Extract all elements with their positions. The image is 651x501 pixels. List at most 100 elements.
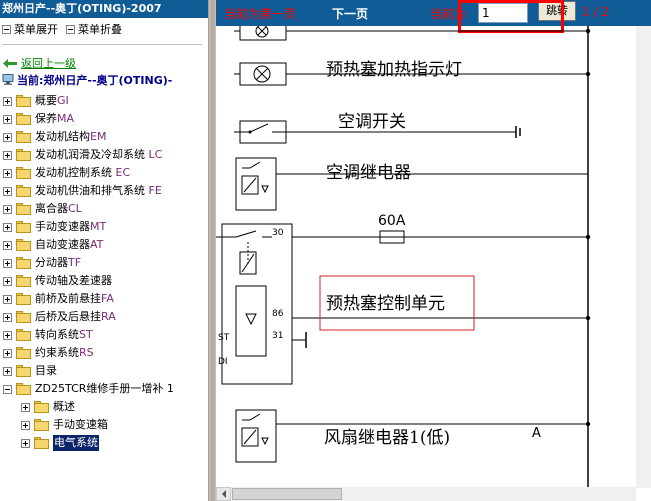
back-arrow-icon (3, 59, 17, 68)
menu-bar: 菜单展开 菜单折叠 (2, 21, 122, 37)
tree-item-label[interactable]: 保养 (35, 112, 57, 125)
expand-node-icon[interactable] (21, 439, 30, 448)
folder-icon (16, 203, 31, 215)
tree-item-label[interactable]: 发动机控制系统 (35, 166, 116, 179)
tree-item-label[interactable]: ZD25TCR维修手册一增补 1 (35, 382, 174, 395)
tree-item-label[interactable]: 发动机供油和排气系统 (35, 184, 149, 197)
vertical-scrollbar[interactable] (636, 26, 651, 488)
tree-item[interactable]: 后桥及后悬挂RA (0, 309, 208, 325)
expand-node-icon[interactable] (3, 169, 12, 178)
next-page-button[interactable]: 下一页 (332, 5, 368, 22)
tree-item-code: TF (68, 256, 82, 269)
back-link[interactable]: 返回上一级 (3, 55, 76, 71)
collapse-box-icon[interactable] (66, 25, 75, 34)
tree-item[interactable]: 分动器TF (0, 255, 208, 271)
content-pane: 当前为第一页 下一页 当前为 跳转 1 / 2 预热塞加热指示灯 (216, 0, 651, 501)
tree-item-label[interactable]: 约束系统 (35, 346, 79, 359)
page-toolbar: 当前为第一页 下一页 当前为 跳转 1 / 2 (216, 0, 651, 26)
tree-item-label[interactable]: 手动变速器 (35, 220, 90, 233)
back-link-label[interactable]: 返回上一级 (21, 57, 76, 70)
ac-switch-label: 空调开关 (338, 112, 406, 132)
expand-node-icon[interactable] (3, 331, 12, 340)
tree-item-code: AT (90, 238, 104, 251)
tree-item-label[interactable]: 手动变速箱 (53, 418, 108, 431)
page-count: 1 / 2 (582, 5, 609, 19)
app-title: 郑州日产--奥丁(OTING)-2007 (0, 0, 208, 18)
ac-relay-label: 空调继电器 (326, 163, 411, 183)
folder-icon (34, 401, 49, 413)
fuse-label: 60A (378, 213, 406, 229)
expand-node-icon[interactable] (3, 367, 12, 376)
tree-item-label[interactable]: 自动变速器 (35, 238, 90, 251)
tree-item-code: CL (68, 202, 82, 215)
tree-item[interactable]: 发动机润滑及冷却系统 LC (0, 147, 208, 163)
tree-item-label[interactable]: 概述 (53, 400, 75, 413)
scroll-left-icon[interactable] (216, 487, 231, 501)
fan-relay-label: 风扇继电器1(低) (324, 428, 450, 448)
tree-item[interactable]: 手动变速箱 (0, 417, 208, 433)
expand-node-icon[interactable] (3, 295, 12, 304)
tree-item-label[interactable]: 电气系统 (54, 436, 98, 449)
tree-item-label[interactable]: 概要 (35, 94, 57, 107)
folder-icon (16, 239, 31, 251)
expand-node-icon[interactable] (3, 259, 12, 268)
tree-item-label[interactable]: 前桥及前悬挂 (35, 292, 101, 305)
expand-node-icon[interactable] (21, 421, 30, 430)
expand-node-icon[interactable] (3, 349, 12, 358)
expand-node-icon[interactable] (3, 205, 12, 214)
tree-item[interactable]: 自动变速器AT (0, 237, 208, 253)
tree-item-label[interactable]: 传动轴及差速器 (35, 274, 112, 287)
expand-node-icon[interactable] (3, 97, 12, 106)
expand-node-icon[interactable] (3, 151, 12, 160)
tree-item-code: GI (57, 94, 69, 107)
glow-lamp-label: 预热塞加热指示灯 (326, 60, 462, 80)
tree-item[interactable]: 传动轴及差速器 (0, 273, 208, 289)
expand-node-icon[interactable] (3, 133, 12, 142)
tree-item[interactable]: 电气系统 (0, 435, 208, 451)
pane-splitter[interactable] (208, 0, 216, 501)
tree-item-label[interactable]: 转向系统 (35, 328, 79, 341)
di-label: DI (218, 357, 228, 367)
tree-item[interactable]: 保养MA (0, 111, 208, 127)
computer-icon (2, 74, 14, 85)
expand-node-icon[interactable] (21, 403, 30, 412)
tree-item-code: FE (148, 184, 162, 197)
tree-item-label[interactable]: 发动机结构 (35, 130, 90, 143)
glow-unit-label: 预热塞控制单元 (326, 294, 445, 314)
tree-item-code: MA (57, 112, 75, 125)
tree-item[interactable]: 发动机供油和排气系统 FE (0, 183, 208, 199)
expand-node-icon[interactable] (3, 241, 12, 250)
expand-box-icon[interactable] (2, 25, 11, 34)
tree-item[interactable]: 发动机控制系统 EC (0, 165, 208, 181)
pin-30-label: 30 (272, 228, 284, 238)
tree-item[interactable]: 转向系统ST (0, 327, 208, 343)
tree-item[interactable]: 离合器CL (0, 201, 208, 217)
tree-item[interactable]: 约束系统RS (0, 345, 208, 361)
menu-collapse-button[interactable]: 菜单折叠 (78, 23, 122, 36)
horizontal-scrollbar[interactable] (216, 487, 636, 501)
tree-item-label[interactable]: 离合器 (35, 202, 68, 215)
tree-item[interactable]: ZD25TCR维修手册一增补 1 (0, 381, 208, 397)
menu-expand-button[interactable]: 菜单展开 (14, 23, 58, 36)
tree-item[interactable]: 概述 (0, 399, 208, 415)
expand-node-icon[interactable] (3, 187, 12, 196)
tree-item-label[interactable]: 后桥及后悬挂 (35, 310, 101, 323)
divider (2, 44, 202, 45)
expand-node-icon[interactable] (3, 313, 12, 322)
folder-icon (34, 419, 49, 431)
tree-item[interactable]: 手动变速器MT (0, 219, 208, 235)
tree-item-code: LC (148, 148, 163, 161)
tree-item-label[interactable]: 分动器 (35, 256, 68, 269)
collapse-node-icon[interactable] (3, 385, 12, 394)
tree-item-label[interactable]: 目录 (35, 364, 57, 377)
tree-item-label[interactable]: 发动机润滑及冷却系统 (35, 148, 149, 161)
tree-item[interactable]: 目录 (0, 363, 208, 379)
folder-icon (16, 257, 31, 269)
tree-item[interactable]: 前桥及前悬挂FA (0, 291, 208, 307)
tree-item[interactable]: 概要GI (0, 93, 208, 109)
expand-node-icon[interactable] (3, 115, 12, 124)
expand-node-icon[interactable] (3, 223, 12, 232)
tree-item[interactable]: 发动机结构EM (0, 129, 208, 145)
expand-node-icon[interactable] (3, 277, 12, 286)
scroll-thumb[interactable] (232, 488, 342, 500)
